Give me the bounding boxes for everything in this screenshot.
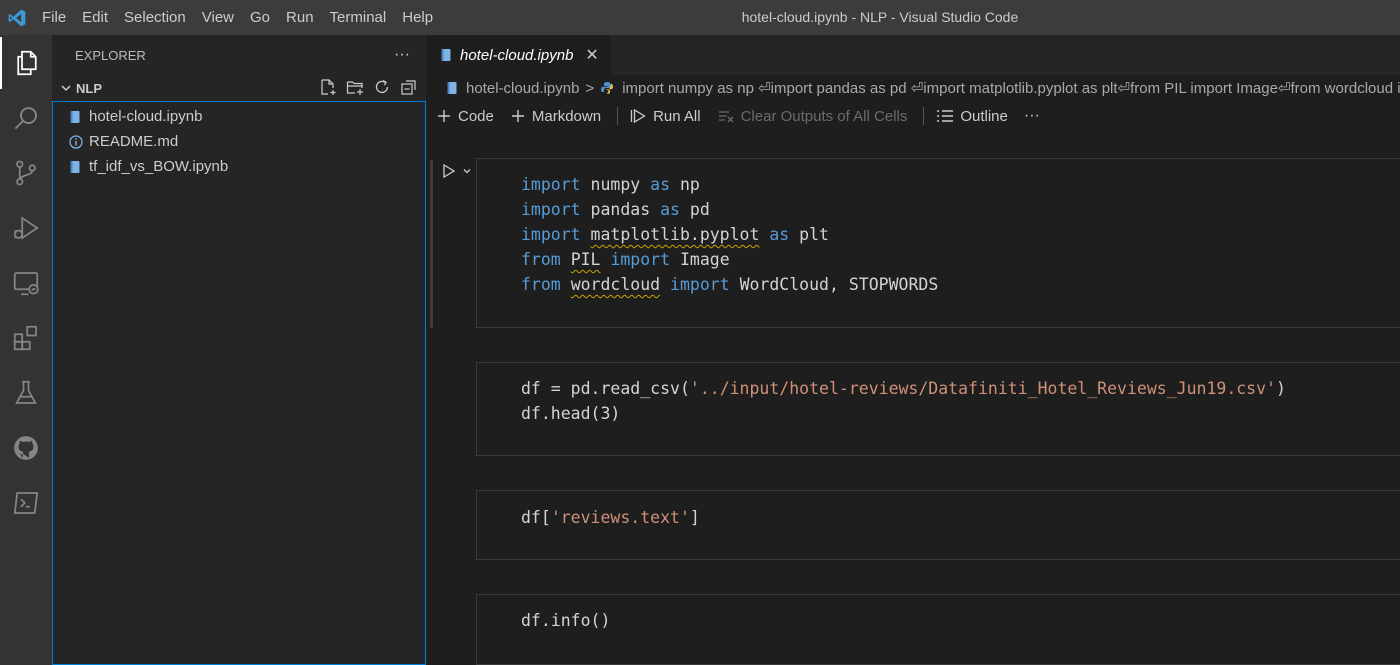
tree-item-label: tf_idf_vs_BOW.ipynb	[89, 158, 229, 175]
file-tree: hotel-cloud.ipynb README.md tf_idf_vs_BO…	[52, 101, 426, 665]
breadcrumb-separator: >	[585, 79, 595, 97]
cell-source[interactable]: import numpy as np import pandas as pd i…	[521, 172, 938, 297]
editor-area: hotel-cloud.ipynb ✕ hotel-cloud.ipynb > …	[426, 35, 1400, 665]
chevron-down-icon	[463, 169, 471, 174]
menu-view[interactable]: View	[194, 0, 242, 35]
tree-item-tfidf[interactable]: tf_idf_vs_BOW.ipynb	[53, 154, 425, 179]
new-file-icon[interactable]	[319, 78, 337, 99]
plus-icon	[438, 110, 450, 122]
run-all-icon	[630, 108, 646, 124]
clear-all-icon	[718, 111, 734, 123]
folder-nlp[interactable]: NLP	[52, 75, 426, 101]
refresh-icon[interactable]	[373, 78, 391, 99]
tab-hotel-cloud[interactable]: hotel-cloud.ipynb ✕	[426, 35, 611, 75]
run-cell-button[interactable]	[442, 163, 472, 179]
tree-item-label: README.md	[89, 133, 179, 150]
code-line: import pandas as pd	[521, 200, 710, 219]
python-icon	[600, 81, 614, 95]
code-line: df = pd.read_csv('../input/hotel-reviews…	[521, 379, 1286, 398]
explorer-more-button[interactable]: ···	[394, 46, 410, 64]
explorer-title: EXPLORER	[75, 47, 146, 63]
remote-explorer-icon[interactable]	[0, 257, 52, 309]
clear-outputs-button[interactable]: Clear Outputs of All Cells	[717, 108, 907, 125]
notebook-icon	[69, 160, 89, 174]
breadcrumb-cell[interactable]: import numpy as np ⏎import pandas as pd …	[622, 79, 1400, 97]
collapse-all-icon[interactable]	[400, 78, 418, 99]
menu-terminal[interactable]: Terminal	[322, 0, 395, 35]
menu-edit[interactable]: Edit	[74, 0, 116, 35]
activity-bar	[0, 35, 52, 665]
code-cell[interactable]: df.info()	[476, 594, 1400, 665]
menu-file[interactable]: File	[34, 0, 74, 35]
outline-button[interactable]: Outline	[936, 108, 1008, 125]
explorer-icon[interactable]	[0, 37, 52, 89]
cell-source[interactable]: df = pd.read_csv('../input/hotel-reviews…	[521, 376, 1286, 426]
notebook-icon	[446, 81, 458, 95]
tab-label: hotel-cloud.ipynb	[460, 46, 574, 64]
run-debug-icon[interactable]	[0, 202, 52, 254]
info-icon	[69, 134, 89, 149]
explorer-header: EXPLORER ···	[52, 35, 426, 75]
breadcrumb: hotel-cloud.ipynb > import numpy as np ⏎…	[426, 75, 1400, 101]
extensions-icon[interactable]	[0, 312, 52, 364]
notebook-icon	[440, 48, 452, 62]
plus-icon	[511, 110, 524, 122]
toolbar-divider	[617, 107, 619, 125]
code-line: df.head(3)	[521, 404, 621, 423]
menu-selection[interactable]: Selection	[116, 0, 194, 35]
tree-item-hotel-cloud[interactable]: hotel-cloud.ipynb	[53, 104, 425, 129]
add-code-cell-button[interactable]: Code	[436, 108, 494, 125]
code-line: df.info()	[521, 611, 611, 630]
cell-focus-indicator	[430, 160, 433, 328]
chevron-down-icon	[60, 82, 76, 94]
close-icon[interactable]: ✕	[585, 45, 598, 65]
vscode-logo-icon	[0, 0, 34, 35]
new-folder-icon[interactable]	[346, 78, 364, 99]
notebook-icon	[69, 110, 89, 124]
terminal-icon[interactable]	[0, 477, 52, 529]
play-icon	[443, 163, 456, 179]
tree-item-label: hotel-cloud.ipynb	[89, 108, 203, 125]
tab-bar: hotel-cloud.ipynb ✕	[426, 35, 1400, 75]
notebook-toolbar: Code Markdown Run All Clear Outputs of A…	[426, 101, 1400, 131]
menu-help[interactable]: Help	[394, 0, 441, 35]
more-actions-button[interactable]: ···	[1024, 107, 1040, 125]
folder-label: NLP	[76, 80, 102, 96]
code-cell[interactable]: df = pd.read_csv('../input/hotel-reviews…	[476, 362, 1400, 456]
menu-go[interactable]: Go	[242, 0, 278, 35]
run-all-button[interactable]: Run All	[630, 108, 701, 125]
explorer-sidebar: EXPLORER ··· NLP hotel-cloud.ipynb READM…	[52, 35, 426, 665]
code-cell[interactable]: import numpy as np import pandas as pd i…	[476, 158, 1400, 328]
menu-bar: File Edit Selection View Go Run Terminal…	[34, 0, 441, 35]
search-icon[interactable]	[0, 92, 52, 144]
folder-actions	[319, 75, 418, 101]
tree-item-readme[interactable]: README.md	[53, 129, 425, 154]
title-bar: File Edit Selection View Go Run Terminal…	[0, 0, 1400, 35]
cell-source[interactable]: df['reviews.text']	[521, 505, 700, 530]
cell-source[interactable]: df.info()	[521, 608, 610, 633]
breadcrumb-file[interactable]: hotel-cloud.ipynb	[466, 80, 579, 97]
menu-run[interactable]: Run	[278, 0, 322, 35]
code-line: from PIL import Image	[521, 250, 730, 269]
code-line: import numpy as np	[521, 175, 700, 194]
source-control-icon[interactable]	[0, 147, 52, 199]
github-icon[interactable]	[0, 422, 52, 474]
testing-icon[interactable]	[0, 367, 52, 419]
list-icon	[937, 110, 954, 122]
code-line: from wordcloud import WordCloud, STOPWOR…	[521, 275, 939, 294]
code-cell[interactable]: df['reviews.text']	[476, 490, 1400, 560]
code-line: import matplotlib.pyplot as plt	[521, 225, 829, 244]
toolbar-divider	[923, 107, 925, 125]
add-markdown-cell-button[interactable]: Markdown	[510, 108, 601, 125]
code-line: df['reviews.text']	[521, 508, 700, 527]
